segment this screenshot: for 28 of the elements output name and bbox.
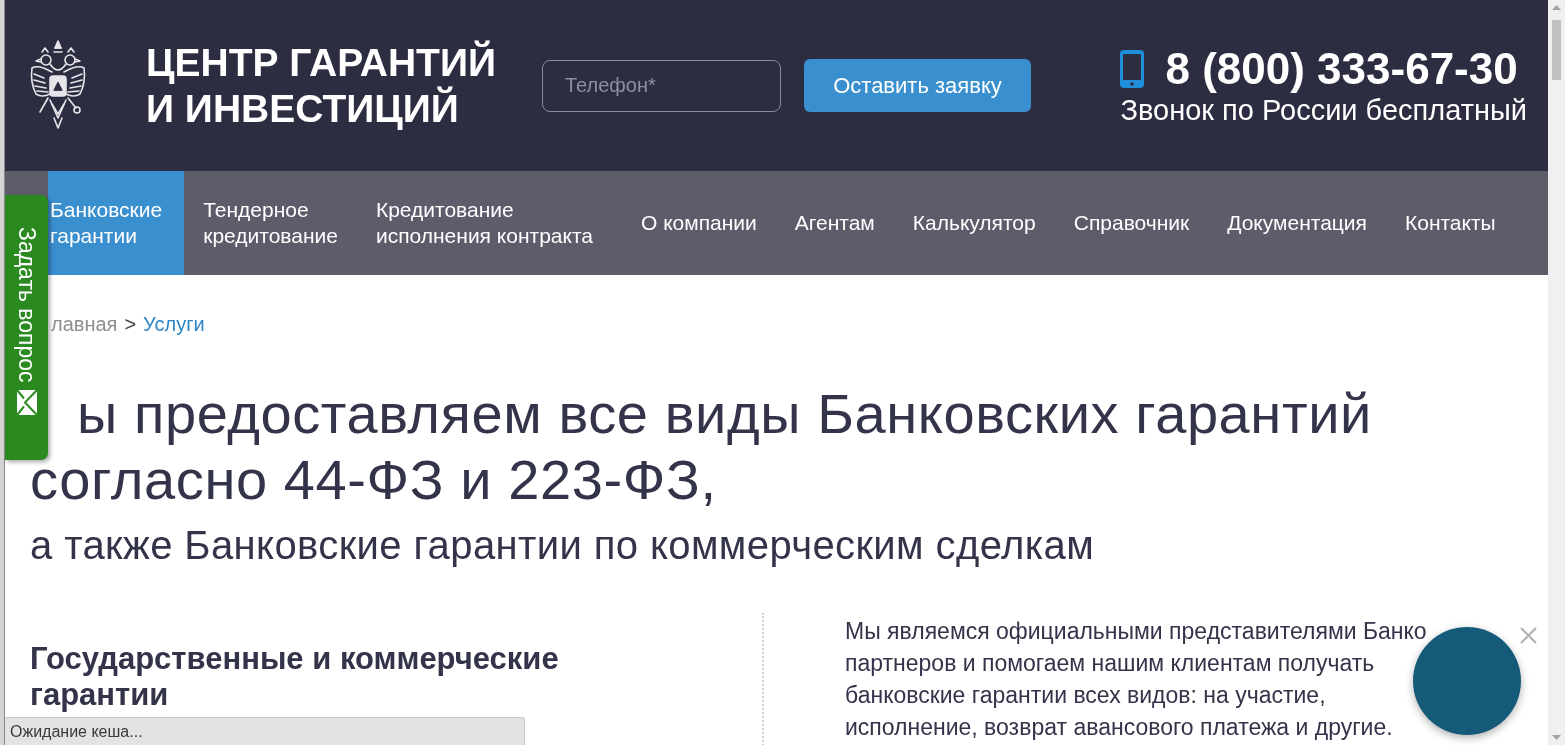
phone-note: Звонок по России бесплатный xyxy=(1120,93,1527,127)
intro-paragraph: Мы являемся официальными представителями Банко партнеров и помогаем нашим клиентам получать банковские гарантии всех видов: на участие, исполнение, возврат авансового платежа и другие. xyxy=(845,617,1427,742)
scroll-up-icon[interactable] xyxy=(1552,5,1561,10)
breadcrumb-link[interactable]: Услуги xyxy=(143,311,205,337)
breadcrumb-separator: > xyxy=(124,312,137,337)
submit-request-button[interactable]: Оставить заявку xyxy=(804,59,1031,112)
nav-item[interactable]: Агентам xyxy=(775,171,894,275)
nav-item[interactable]: Справочник xyxy=(1054,171,1209,275)
nav-item[interactable]: Тендерное кредитование xyxy=(184,171,357,275)
scrollbar-thumb[interactable] xyxy=(1552,20,1561,80)
status-text: Ожидание кеша... xyxy=(10,721,143,742)
nav-item[interactable]: Документация xyxy=(1208,171,1386,275)
scrollbar[interactable] xyxy=(1548,0,1565,745)
close-icon[interactable] xyxy=(1520,627,1537,644)
site-title: ЦЕНТР ГАРАНТИЙ И ИНВЕСТИЦИЙ xyxy=(146,39,497,132)
phone-number: 8 (800) 333-67-30 xyxy=(1165,44,1518,93)
nav-item[interactable]: Кредитование исполнения контракта xyxy=(356,171,612,275)
envelope-icon xyxy=(15,388,38,416)
nav-item[interactable]: Калькулятор xyxy=(893,171,1055,275)
nav-item[interactable]: О компании xyxy=(622,171,776,275)
mobile-phone-icon xyxy=(1120,49,1145,88)
ask-question-tab[interactable]: Задать вопрос xyxy=(5,195,48,460)
nav-item[interactable]: Контакты xyxy=(1385,171,1515,275)
nav-item[interactable]: Банковские гарантии xyxy=(48,171,185,275)
section-heading: Государственные и коммерческие гарантии xyxy=(30,641,560,713)
phone-input[interactable]: Телефон* xyxy=(542,59,781,112)
scroll-down-icon[interactable] xyxy=(1552,735,1561,740)
page-subheading: а также Банковские гарантии по коммерческим сделкам xyxy=(30,522,1096,569)
